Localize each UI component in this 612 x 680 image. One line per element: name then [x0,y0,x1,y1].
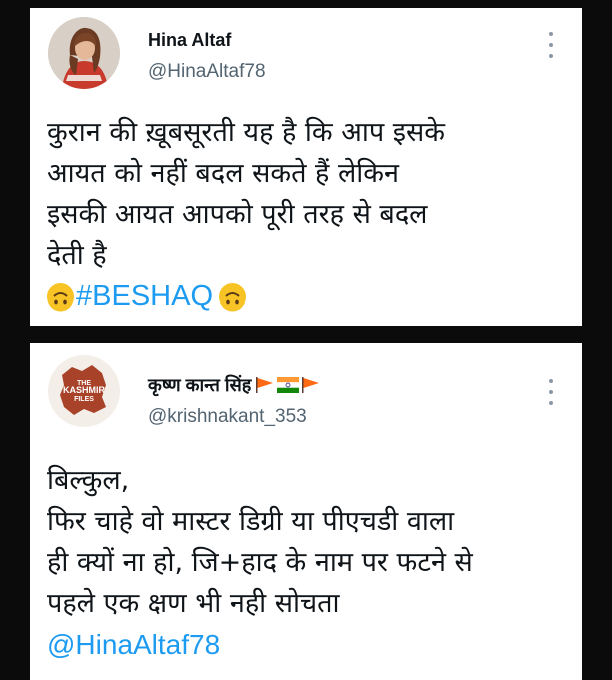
upside-down-face-emoji-icon [219,283,246,312]
avatar-text: KASHMIR [63,385,105,395]
tweet-line: कुरान की ख़ूबसूरती यह है कि आप इसके [47,117,445,148]
hashtag-link[interactable]: #BESHAQ [76,276,213,317]
avatar[interactable]: THE KASHMIR FILES [48,355,120,427]
tweet-line: इसकी आयत आपको पूरी तरह से बदल [47,199,428,230]
avatar[interactable] [48,17,120,89]
tweet-line: पहले एक क्षण भी नही सोचता [47,588,340,619]
saffron-flag-icon [302,377,320,393]
author-name[interactable]: Hina Altaf [148,30,231,51]
tweet-card[interactable]: Hina Altaf @HinaAltaf78 कुरान की ख़ूबसूर… [30,8,582,326]
india-flag-icon [277,377,300,393]
avatar-text: FILES [74,396,94,403]
tweet-text: कुरान की ख़ूबसूरती यह है कि आप इसके आयत … [47,112,568,317]
the-kashmir-files-logo-icon: THE KASHMIR FILES [48,355,120,427]
author-name-row[interactable]: कृष्ण कान्त सिंह [148,373,321,397]
mention-link[interactable]: @HinaAltaf78 [47,624,568,665]
user-photo-icon [48,17,120,89]
more-options-icon[interactable] [548,379,554,405]
upside-down-face-emoji-icon [47,283,74,312]
saffron-flag-icon [256,377,274,393]
author-handle[interactable]: @krishnakant_353 [148,406,307,428]
tweet-line: फिर चाहे वो मास्टर डिग्री या पीएचडी वाला [47,506,455,537]
author-handle[interactable]: @HinaAltaf78 [148,61,266,83]
tweet-card[interactable]: THE KASHMIR FILES कृष्ण कान्त सिंह @kris… [30,343,582,680]
tweet-line: आयत को नहीं बदल सकते हैं लेकिन [47,158,399,189]
hashtag-line: #BESHAQ [47,276,568,317]
more-options-icon[interactable] [548,32,554,58]
tweet-text: बिल्कुल, फिर चाहे वो मास्टर डिग्री या पी… [47,460,568,665]
tweet-line: ही क्यों ना हो, जि+हाद के नाम पर फटने से [47,547,473,578]
tweet-line: बिल्कुल, [47,465,130,496]
author-name: कृष्ण कान्त सिंह [148,375,252,395]
tweet-line: देती है [47,240,107,271]
